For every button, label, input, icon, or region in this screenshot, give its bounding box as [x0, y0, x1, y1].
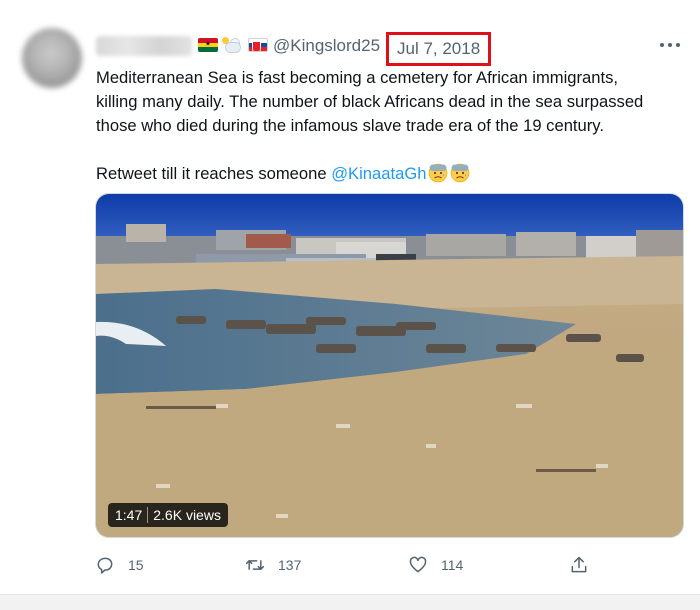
display-name-blurred[interactable] [96, 36, 192, 56]
slovakia-flag-icon [248, 38, 268, 52]
ghana-flag-icon: ★ [198, 38, 218, 52]
video-duration: 1:47 [115, 507, 143, 523]
like-count: 114 [441, 557, 464, 573]
tweet-date[interactable]: Jul 7, 2018 [386, 32, 492, 66]
share-button[interactable] [569, 555, 589, 575]
tweet-text-line: Mediterranean Sea is fast becoming a cem… [96, 68, 619, 87]
tweet-card[interactable]: ★ @Kingslord25 Jul 7, 2018 Mediterranean… [0, 0, 700, 595]
tweet-text-line: Retweet till it reaches someone @Kinaata… [96, 162, 686, 186]
heart-icon [409, 556, 427, 573]
view-count: 2.6K views [153, 507, 221, 523]
retweet-button[interactable]: 137 [245, 555, 301, 575]
like-button[interactable]: 114 [408, 555, 463, 575]
video-player[interactable] [95, 193, 684, 538]
share-icon [571, 556, 587, 573]
anxious-face-icon [451, 163, 470, 183]
video-thumbnail [96, 194, 683, 537]
tweet-text-line: killing many daily. The number of black … [96, 92, 644, 111]
retweet-icon [245, 560, 265, 570]
more-options-icon[interactable] [660, 38, 680, 52]
reply-button[interactable]: 15 [95, 555, 144, 575]
sun-behind-cloud-icon [222, 37, 244, 53]
tweet-text: Mediterranean Sea is fast becoming a cem… [96, 66, 686, 186]
retweet-call-text: Retweet till it reaches someone [96, 164, 332, 183]
mention-link[interactable]: @KinaataGh [331, 164, 426, 183]
reply-count: 15 [128, 557, 144, 573]
video-info-badge: 1:47 2.6K views [108, 503, 228, 527]
tweet-text-line: those who died during the infamous slave… [96, 116, 604, 135]
avatar[interactable] [22, 28, 82, 88]
user-handle[interactable]: @Kingslord25 [273, 36, 380, 56]
reply-icon [97, 557, 113, 574]
tweet-actions: 15 137 114 [95, 555, 685, 581]
anxious-face-icon [429, 163, 448, 183]
name-emoji-group: ★ [198, 35, 268, 55]
retweet-count: 137 [278, 557, 302, 573]
